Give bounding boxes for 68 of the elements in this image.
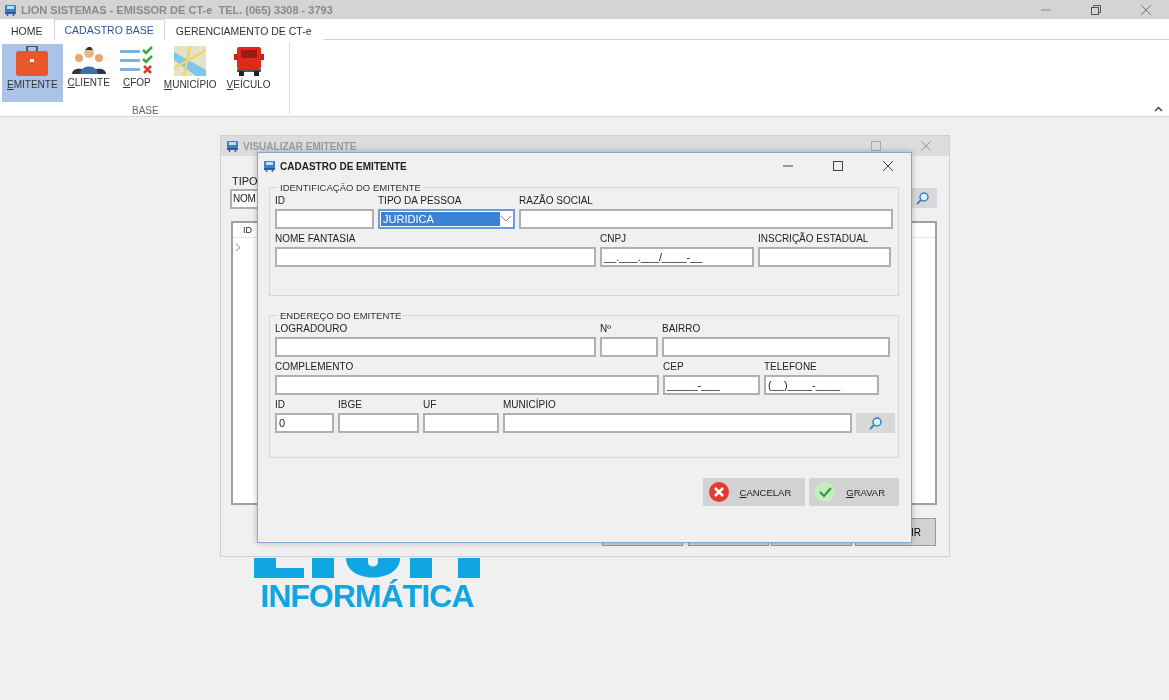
action-button[interactable]: CANCELAR [702,478,806,506]
search-button[interactable] [856,413,895,433]
logo-text: INFORMÁTICA [260,578,474,615]
text-field[interactable] [758,247,891,267]
text-field[interactable] [503,413,852,433]
dialog-title: CADASTRO DE EMITENTE [280,160,408,172]
field-label: BAIRRO [662,323,702,334]
ribbon-button[interactable]: CLIENTE [62,44,115,102]
cancel-icon [707,481,730,503]
field-label: Nº [600,323,612,334]
truck-icon [4,3,17,16]
people-icon [70,46,107,74]
text-field[interactable] [275,337,596,357]
text-field[interactable] [275,209,374,229]
text-field[interactable] [662,337,890,357]
text-field[interactable]: 0 [275,413,334,433]
field-label: INSCRIÇÃO ESTADUAL [758,233,870,244]
row-pointer-icon [235,243,241,252]
check-icon [814,481,837,503]
search-icon [916,191,930,205]
text-field[interactable] [600,337,658,357]
ribbon-button[interactable]: EMITENTE [2,44,63,102]
field-label: UF [423,399,438,410]
maximize-icon[interactable] [833,161,843,171]
group-label: BASE [131,105,160,116]
checklist-icon [119,46,154,74]
text-field[interactable]: __.___.___/____-__ [600,247,754,267]
window-title: VISUALIZAR EMITENTE [243,140,358,152]
caret-icon [500,215,512,223]
search-icon [868,416,883,430]
field-label: ID [275,195,286,206]
ribbon-tab[interactable]: CADASTRO BASE [53,19,165,41]
ribbon-button[interactable]: MUNICÍPIO [158,44,222,102]
collapse-icon[interactable] [1154,106,1163,112]
field-label: IBGE [338,399,363,410]
field-label: COMPLEMENTO [275,361,355,372]
window-title: LION SISTEMAS - EMISSOR DE CT-e TEL. (065) 3308 - 3793 [21,3,334,16]
briefcase-icon [15,46,50,76]
field-label: NOME FANTASIA [275,233,357,244]
field-label: TIPO [232,175,258,187]
group-title: IDENTIFICAÇÃO DO EMITENTE [279,182,422,193]
text-field[interactable] [275,247,596,267]
text-field[interactable] [423,413,499,433]
map-icon [174,46,207,76]
field-label: CNPJ [600,233,628,244]
group-title: ENDEREÇO DO EMITENTE [279,310,403,321]
field-label: RAZÃO SOCIAL [519,195,594,206]
field-label: CEP [663,361,685,372]
text-field[interactable] [275,375,659,395]
text-field[interactable]: (__)____-____ [764,375,879,395]
ribbon-button[interactable]: VEÍCULO [221,44,276,102]
text-field[interactable] [338,413,419,433]
field-label: TIPO DA PESSOA [378,195,463,206]
select-field[interactable]: JURIDICA [378,209,515,229]
column-header: ID [243,225,252,235]
field-label: ID [275,399,286,410]
text-field[interactable]: _____-___ [663,375,760,395]
ribbon-button[interactable]: CFOP [114,44,159,102]
field-label: TELEFONE [764,361,818,372]
text-field[interactable] [519,209,893,229]
field-label: LOGRADOURO [275,323,349,334]
truck-icon [263,160,276,172]
action-button[interactable]: GRAVAR [809,478,899,506]
restore-icon[interactable] [1091,4,1101,15]
close-icon[interactable] [883,161,893,171]
truck-icon [233,46,264,76]
field-label: MUNICÍPIO [503,399,557,410]
truck-icon [226,140,239,152]
